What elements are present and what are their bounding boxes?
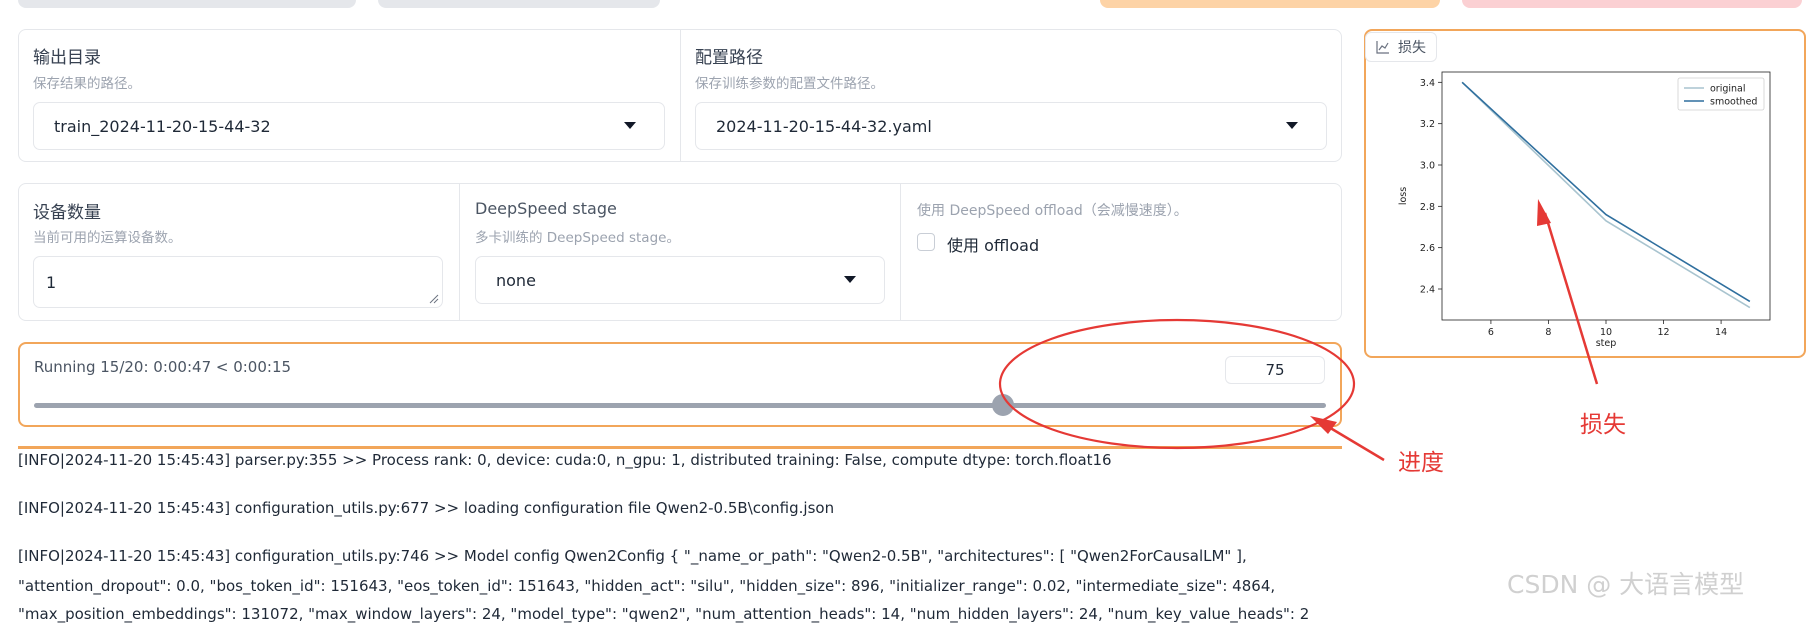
resize-handle-icon[interactable] xyxy=(429,294,439,304)
output-dir-info: 保存结果的路径。 xyxy=(33,76,141,92)
annotation-loss-label: 损失 xyxy=(1580,412,1626,438)
deepspeed-stage-label: DeepSpeed stage xyxy=(475,199,617,218)
config-path-label: 配置路径 xyxy=(695,48,763,68)
x-axis-label: step xyxy=(1596,338,1617,349)
legend-label-original: original xyxy=(1710,84,1746,95)
x-tick-label: 10 xyxy=(1600,327,1612,338)
output-config-row: 输出目录 保存结果的路径。 train_2024-11-20-15-44-32 … xyxy=(18,29,1342,162)
top-button-abort[interactable] xyxy=(1462,0,1802,8)
loss-tab-label: 损失 xyxy=(1398,40,1426,56)
progress-slider-track[interactable] xyxy=(34,403,1326,408)
y-axis-label: loss xyxy=(1398,187,1409,205)
offload-checkbox-label: 使用 offload xyxy=(947,236,1040,255)
output-dir-label: 输出目录 xyxy=(33,48,101,68)
row2-divider-2 xyxy=(900,184,901,320)
device-count-label: 设备数量 xyxy=(33,203,101,223)
deepspeed-stage-value: none xyxy=(496,270,536,290)
progress-slider-thumb[interactable] xyxy=(992,394,1014,416)
loss-tab[interactable]: 损失 xyxy=(1365,32,1437,62)
log-line: [INFO|2024-11-20 15:45:43] configuration… xyxy=(18,547,1247,565)
y-tick-label: 3.2 xyxy=(1420,119,1435,130)
annotation-arrow-progress xyxy=(1321,421,1385,462)
y-tick-label: 2.6 xyxy=(1420,243,1435,254)
output-dir-dropdown[interactable]: train_2024-11-20-15-44-32 xyxy=(33,102,665,150)
top-button-start[interactable] xyxy=(1100,0,1440,8)
progress-underline xyxy=(18,446,1342,449)
y-tick-label: 2.8 xyxy=(1420,202,1435,213)
x-tick-label: 6 xyxy=(1488,327,1494,338)
chevron-down-icon xyxy=(624,122,636,129)
progress-number-value: 75 xyxy=(1265,361,1285,379)
log-line: [INFO|2024-11-20 15:45:43] parser.py:355… xyxy=(18,451,1112,469)
progress-status-text: Running 15/20: 0:00:47 < 0:00:15 xyxy=(34,358,292,376)
config-path-info: 保存训练参数的配置文件路径。 xyxy=(695,76,884,92)
chevron-down-icon xyxy=(844,276,856,283)
device-count-info: 当前可用的运算设备数。 xyxy=(33,230,182,246)
y-tick-label: 3.0 xyxy=(1420,161,1435,172)
config-path-dropdown[interactable]: 2024-11-20-15-44-32.yaml xyxy=(695,102,1327,150)
x-tick-label: 8 xyxy=(1545,327,1551,338)
progress-panel: Running 15/20: 0:00:47 < 0:00:15 75 xyxy=(18,342,1342,427)
y-tick-label: 3.4 xyxy=(1420,78,1435,89)
offload-checkbox[interactable] xyxy=(917,233,935,251)
y-tick-label: 2.4 xyxy=(1420,285,1435,296)
chevron-down-icon xyxy=(1286,122,1298,129)
row1-divider xyxy=(680,30,681,161)
log-line: "max_position_embeddings": 131072, "max_… xyxy=(18,605,1310,623)
deepspeed-stage-dropdown[interactable]: none xyxy=(475,256,885,304)
deepspeed-offload-info: 使用 DeepSpeed offload（会减慢速度）。 xyxy=(917,203,1188,219)
deepspeed-stage-info: 多卡训练的 DeepSpeed stage。 xyxy=(475,230,680,246)
annotation-progress-label: 进度 xyxy=(1398,450,1444,476)
watermark: CSDN @ 大语言模型 xyxy=(1507,570,1745,599)
log-line: [INFO|2024-11-20 15:45:43] configuration… xyxy=(18,499,835,517)
legend-label-smoothed: smoothed xyxy=(1710,97,1757,108)
row2-divider-1 xyxy=(459,184,460,320)
top-button-1[interactable] xyxy=(18,0,356,8)
config-path-value: 2024-11-20-15-44-32.yaml xyxy=(716,116,932,136)
loss-chart: 6 8 10 12 14 2.4 2.6 2.8 3.0 3.2 3.4 step loss origin… xyxy=(1398,71,1771,349)
chart-icon xyxy=(1376,41,1389,54)
log-line: "attention_dropout": 0.0, "bos_token_id"… xyxy=(18,577,1276,595)
x-tick-label: 12 xyxy=(1657,327,1669,338)
device-deepspeed-row: 设备数量 当前可用的运算设备数。 1 DeepSpeed stage 多卡训练的… xyxy=(18,183,1342,321)
loss-panel: 损失 6 8 10 12 14 2.4 2.6 2.8 3.0 3.2 3.4 step loss ori… xyxy=(1364,29,1806,358)
output-dir-value: train_2024-11-20-15-44-32 xyxy=(54,116,271,136)
device-count-input[interactable]: 1 xyxy=(33,256,443,308)
top-button-2[interactable] xyxy=(378,0,660,8)
device-count-value: 1 xyxy=(46,272,57,292)
progress-number-box[interactable]: 75 xyxy=(1225,356,1325,384)
x-tick-label: 14 xyxy=(1715,327,1727,338)
